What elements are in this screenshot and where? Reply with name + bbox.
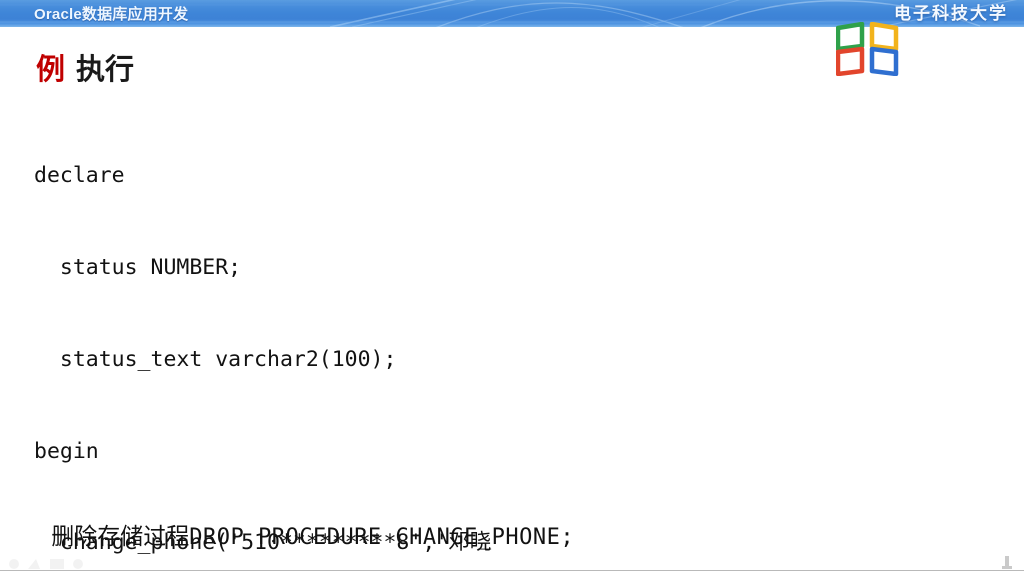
drop-procedure-statement: DROP PROCEDURE CHANGE_PHONE; (189, 525, 575, 550)
page-title: 例执行 (36, 46, 134, 88)
uestc-logo (836, 22, 899, 76)
code-line: begin (34, 438, 99, 464)
bottom-divider (0, 570, 1024, 571)
code-line: status_text varchar2(100); (34, 346, 397, 372)
code-line: declare (34, 163, 125, 189)
university-name: 电子科技大学 (894, 4, 1008, 24)
bottom-right-mark (1002, 556, 1012, 569)
drop-procedure-label: 删除存储过程 (51, 524, 190, 550)
presentation-slide: Oracle数据库应用开发 电子科技大学 例执行 declare status … (0, 0, 1024, 576)
banner-title: Oracle数据库应用开发 (34, 6, 189, 23)
example-marker: 例 (36, 52, 66, 86)
page-title-text: 执行 (76, 52, 135, 86)
code-line: status NUMBER; (34, 254, 242, 280)
